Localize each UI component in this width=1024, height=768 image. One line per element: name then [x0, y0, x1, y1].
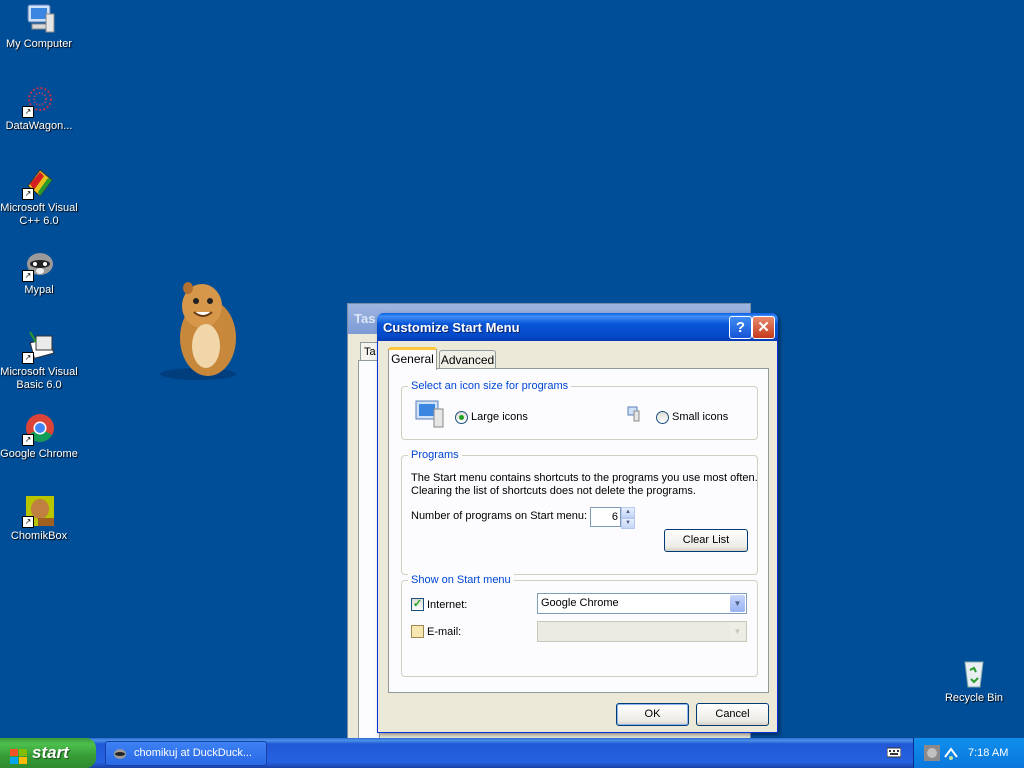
- email-checkbox[interactable]: [411, 625, 424, 638]
- help-button[interactable]: ?: [729, 316, 752, 339]
- spin-up-icon[interactable]: ▲: [621, 507, 635, 518]
- recycle-bin-icon: [957, 656, 991, 690]
- program-count-input[interactable]: 6: [590, 507, 621, 527]
- shortcut-arrow-icon: ↗: [22, 188, 34, 200]
- desktop-icon-label: Google Chrome: [0, 448, 78, 460]
- chevron-down-icon[interactable]: ▼: [730, 595, 745, 612]
- ok-button[interactable]: OK: [616, 703, 689, 726]
- clock[interactable]: 7:18 AM: [968, 738, 1008, 768]
- program-count-label: Number of programs on Start menu:: [411, 510, 588, 522]
- customize-start-menu-dialog: Customize Start Menu ? ✕ General Advance…: [377, 313, 778, 733]
- chevron-down-icon: ▼: [730, 623, 745, 640]
- datawagon-icon: ↗: [22, 84, 56, 118]
- desktop-icon-label: Mypal: [24, 284, 54, 296]
- visual-cpp-icon: ↗: [22, 166, 56, 200]
- start-label: start: [32, 743, 69, 762]
- desktop-icon-google-chrome[interactable]: ↗ Google Chrome: [0, 412, 78, 461]
- group-title: Show on Start menu: [408, 573, 514, 587]
- desktop-icon-label: Microsoft Visual C++ 6.0: [0, 202, 78, 227]
- group-title: Select an icon size for programs: [408, 379, 572, 393]
- desktop-icon-label: ChomikBox: [10, 530, 68, 542]
- desktop-icon-label: Microsoft Visual Basic 6.0: [0, 366, 78, 391]
- mypal-raccoon-icon: [113, 747, 127, 761]
- program-count-spinner[interactable]: ▲ ▼: [621, 507, 635, 529]
- shortcut-arrow-icon: ↗: [22, 352, 34, 364]
- show-on-start-menu-group: Show on Start menu ✓ Internet: Google Ch…: [401, 573, 758, 677]
- mypal-raccoon-icon: ↗: [22, 248, 56, 282]
- group-title: Programs: [408, 448, 462, 462]
- close-button[interactable]: ✕: [752, 316, 775, 339]
- shortcut-arrow-icon: ↗: [22, 516, 34, 528]
- shortcut-arrow-icon: ↗: [22, 434, 34, 446]
- desktop-icon-label: DataWagon...: [5, 120, 73, 132]
- desktop-icon-label: My Computer: [5, 38, 73, 50]
- programs-group: Programs The Start menu contains shortcu…: [401, 448, 758, 575]
- desktop-icon-datawagon[interactable]: ↗ DataWagon...: [0, 84, 78, 133]
- desktop-icon-mypal[interactable]: ↗ Mypal: [0, 248, 78, 297]
- windows-logo-icon: [10, 745, 27, 764]
- dialog-title: Customize Start Menu: [383, 320, 520, 335]
- desktop-icon-visual-cpp[interactable]: ↗ Microsoft Visual C++ 6.0: [0, 166, 78, 228]
- taskbar-item-browser[interactable]: chomikuj at DuckDuck...: [105, 741, 267, 766]
- small-icons-radio[interactable]: [656, 411, 669, 424]
- general-tab-panel: Select an icon size for programs Large i…: [388, 368, 769, 693]
- cancel-button[interactable]: Cancel: [696, 703, 769, 726]
- email-client-select: ▼: [537, 621, 747, 642]
- hamster-mascot-image: [158, 276, 242, 382]
- shortcut-arrow-icon: ↗: [22, 106, 34, 118]
- large-icons-radio[interactable]: [455, 411, 468, 424]
- programs-description-line2: Clearing the list of shortcuts does not …: [411, 485, 696, 497]
- chrome-icon: ↗: [22, 412, 56, 446]
- desktop-icon-visual-basic[interactable]: ↗ Microsoft Visual Basic 6.0: [0, 330, 78, 392]
- chomikbox-icon: ↗: [22, 494, 56, 528]
- internet-browser-value: Google Chrome: [541, 597, 619, 609]
- icon-size-group: Select an icon size for programs Large i…: [401, 379, 758, 440]
- tray-network-icon[interactable]: [943, 745, 959, 764]
- desktop-icon-label: Recycle Bin: [944, 692, 1004, 704]
- dialog-titlebar[interactable]: Customize Start Menu ? ✕: [377, 313, 778, 341]
- large-icons-label[interactable]: Large icons: [471, 411, 528, 423]
- large-icons-image-icon: [414, 397, 446, 432]
- shortcut-arrow-icon: ↗: [22, 270, 34, 282]
- taskbar: start chomikuj at DuckDuck... 7:18 AM: [0, 738, 1024, 768]
- tab-general[interactable]: General: [388, 347, 437, 370]
- small-icons-image-icon: [627, 406, 641, 425]
- programs-description-line1: The Start menu contains shortcuts to the…: [411, 472, 758, 484]
- desktop-icon-my-computer[interactable]: My Computer: [0, 2, 78, 51]
- taskbar-item-label: chomikuj at DuckDuck...: [134, 747, 252, 759]
- internet-label[interactable]: Internet:: [427, 599, 467, 611]
- start-button[interactable]: start: [0, 738, 96, 768]
- internet-checkbox[interactable]: ✓: [411, 598, 424, 611]
- small-icons-label[interactable]: Small icons: [672, 411, 728, 423]
- tab-advanced[interactable]: Advanced: [439, 350, 496, 370]
- email-label[interactable]: E-mail:: [427, 626, 461, 638]
- clear-list-button[interactable]: Clear List: [664, 529, 748, 552]
- desktop-icon-recycle-bin[interactable]: Recycle Bin: [935, 656, 1013, 705]
- tray-app-icon[interactable]: [924, 745, 940, 764]
- internet-browser-select[interactable]: Google Chrome ▼: [537, 593, 747, 614]
- system-tray: 7:18 AM: [913, 738, 1024, 768]
- desktop-icon-chomikbox[interactable]: ↗ ChomikBox: [0, 494, 78, 543]
- spin-down-icon[interactable]: ▼: [621, 518, 635, 529]
- keyboard-icon[interactable]: [886, 746, 902, 758]
- visual-basic-icon: ↗: [22, 330, 56, 364]
- my-computer-icon: [22, 2, 56, 36]
